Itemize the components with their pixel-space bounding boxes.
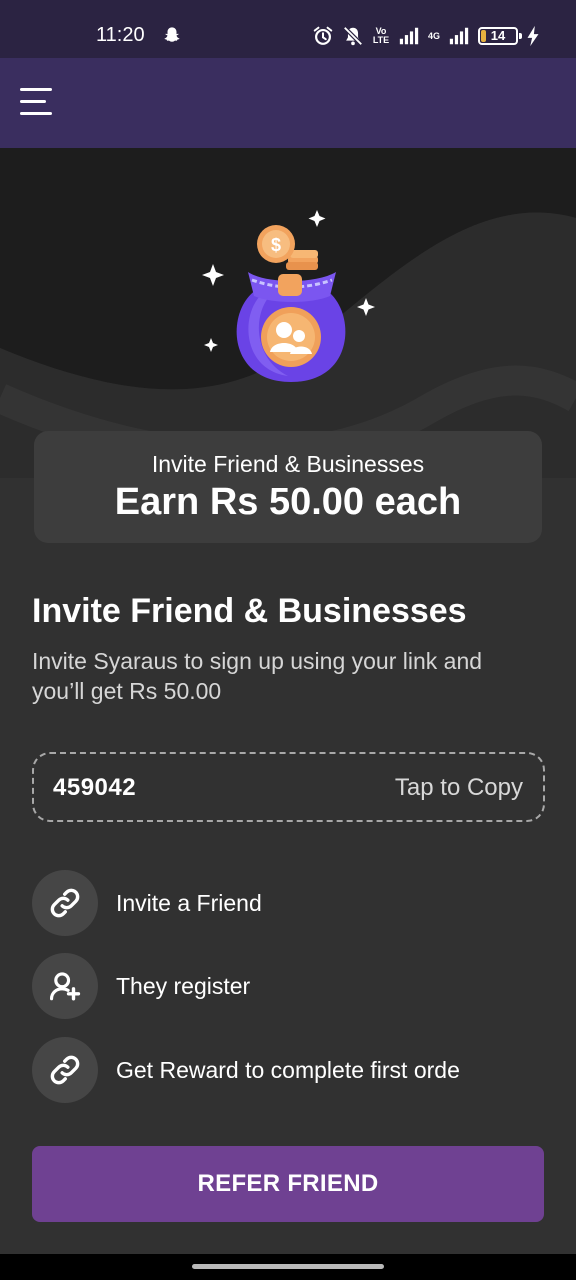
battery-icon: 14 <box>478 27 522 45</box>
tap-to-copy-button[interactable]: Tap to Copy <box>395 774 523 802</box>
charging-icon <box>527 25 539 47</box>
battery-level: 14 <box>490 28 506 43</box>
section-title: Invite Friend & Businesses <box>32 592 467 630</box>
money-bag-icon: $ <box>202 210 375 382</box>
earn-card-subtitle: Invite Friend & Businesses <box>151 451 425 477</box>
hero-banner: $ <box>0 148 576 478</box>
status-icons: Vo LTE 4G 14 <box>312 24 540 48</box>
step-invite-friend: Invite a Friend <box>32 870 552 936</box>
step-label: They register <box>116 972 251 999</box>
alarm-icon <box>313 26 333 45</box>
home-gesture-handle[interactable] <box>192 1264 384 1269</box>
user-add-icon <box>32 953 98 1019</box>
refer-friend-button[interactable]: REFER FRIEND <box>32 1146 544 1222</box>
mute-icon <box>343 26 363 46</box>
step-label: Get Reward to complete first orde <box>116 1056 460 1083</box>
signal-icon-2 <box>449 27 469 45</box>
status-bar: 11:20 Vo LTE 4G 14 <box>0 0 576 58</box>
snapchat-icon <box>164 27 180 42</box>
step-get-reward: Get Reward to complete first orde <box>32 1037 552 1103</box>
referral-code: 459042 <box>53 774 137 801</box>
earn-card-headline: Earn Rs 50.00 each <box>114 481 462 523</box>
volte-indicator: Vo LTE <box>372 26 390 45</box>
link-icon <box>32 870 98 936</box>
hamburger-menu-icon[interactable] <box>20 86 54 118</box>
step-label: Invite a Friend <box>116 889 262 916</box>
section-description: Invite Syaraus to sign up using your lin… <box>32 648 483 704</box>
signal-icon-1 <box>399 27 419 45</box>
status-time: 11:20 <box>96 24 145 46</box>
network-type: 4G <box>427 30 440 41</box>
referral-code-box[interactable]: 459042 Tap to Copy <box>32 752 545 822</box>
link-icon <box>32 1037 98 1103</box>
navigation-bar <box>0 1254 576 1280</box>
svg-text:$: $ <box>271 235 281 255</box>
app-bar <box>0 58 576 148</box>
earn-card: Invite Friend & Businesses Earn Rs 50.00… <box>34 431 542 543</box>
step-they-register: They register <box>32 953 552 1019</box>
